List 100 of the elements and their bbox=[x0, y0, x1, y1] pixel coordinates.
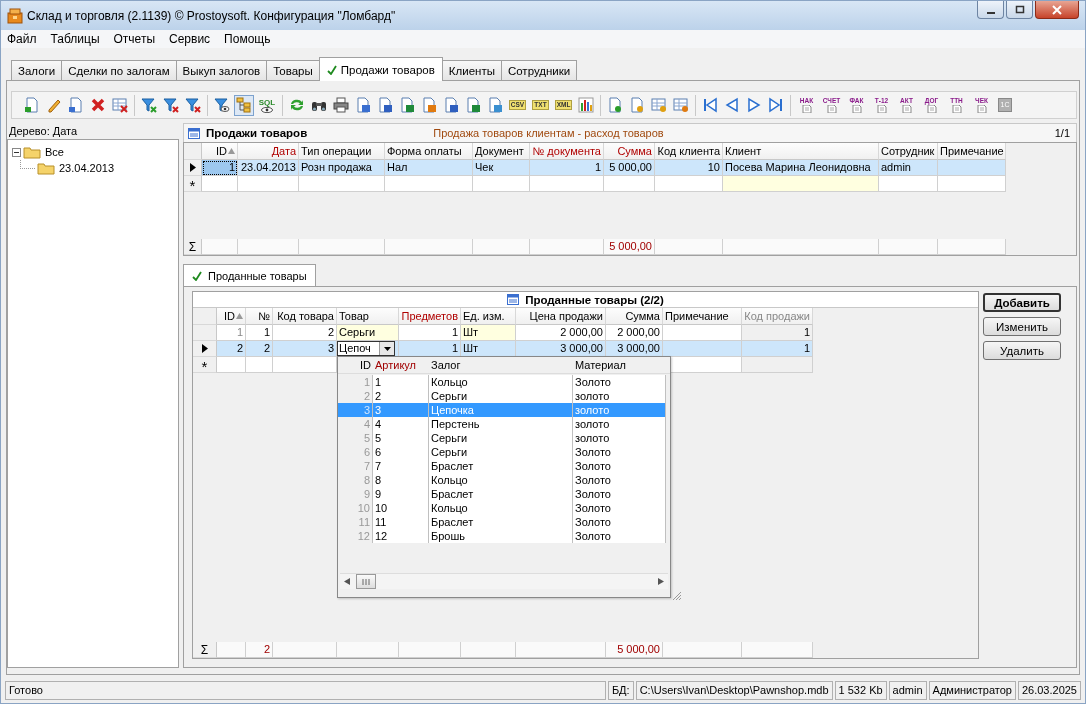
table-cell: 1 bbox=[530, 160, 604, 176]
column-header[interactable]: Код клиента bbox=[655, 143, 723, 160]
tree-item[interactable]: 23.04.2013 bbox=[57, 162, 117, 174]
table-cell: Золото bbox=[573, 515, 666, 529]
dropdown-row[interactable]: 8 8 Кольцо Золото bbox=[338, 473, 670, 487]
column-header[interactable]: Сотрудник bbox=[879, 143, 938, 160]
table-cell: 1 bbox=[399, 325, 461, 341]
user-name: admin bbox=[888, 680, 927, 700]
combo-field[interactable]: Цепоч bbox=[337, 341, 395, 356]
resize-grip-icon[interactable] bbox=[672, 591, 682, 601]
table-cell: Цепочка bbox=[429, 403, 573, 417]
column-header[interactable]: Тип операции bbox=[299, 143, 385, 160]
menu-item[interactable]: Сервис bbox=[169, 32, 211, 46]
table-cell: 2 bbox=[217, 341, 246, 357]
table-cell: 5 000,00 bbox=[604, 160, 655, 176]
tab[interactable]: Проданные товары bbox=[183, 264, 316, 287]
dropdown-row[interactable]: 7 7 Браслет Золото bbox=[338, 459, 670, 473]
maximize-button[interactable] bbox=[1006, 1, 1033, 19]
chart-icon[interactable] bbox=[576, 94, 596, 116]
totals-symbol: Σ bbox=[200, 642, 209, 657]
action-button[interactable]: Добавить bbox=[983, 293, 1061, 312]
sql-button[interactable]: SQL bbox=[256, 94, 278, 116]
column-header[interactable]: Клиент bbox=[723, 143, 879, 160]
sort-icon bbox=[236, 313, 243, 319]
dropdown-row[interactable]: 10 10 Кольцо Золото bbox=[338, 501, 670, 515]
table-cell: 7 bbox=[338, 459, 373, 473]
collapse-icon[interactable] bbox=[12, 147, 21, 157]
menu-item[interactable]: Помощь bbox=[224, 32, 271, 46]
row-header[interactable] bbox=[184, 160, 202, 176]
column-header[interactable]: № документа bbox=[530, 143, 604, 160]
menu-item[interactable]: Отчеты bbox=[113, 32, 155, 46]
action-button[interactable]: Изменить bbox=[983, 317, 1061, 336]
dropdown-row[interactable]: 9 9 Браслет Золото bbox=[338, 487, 670, 501]
tab[interactable]: Товары bbox=[266, 60, 320, 81]
column-header[interactable]: Документ bbox=[473, 143, 530, 160]
scroll-left-icon[interactable] bbox=[344, 578, 350, 585]
column-header[interactable]: Цена продажи bbox=[516, 308, 606, 325]
tree-view-button[interactable] bbox=[234, 94, 254, 116]
user-role: Администратор bbox=[928, 680, 1016, 700]
table-cell: 12 bbox=[373, 529, 429, 543]
grid-title: Проданные товары (2/2) bbox=[525, 293, 664, 306]
column-header: Артикул bbox=[374, 358, 417, 373]
column-header[interactable]: Предметов bbox=[399, 308, 461, 325]
table-cell: золото bbox=[573, 403, 666, 417]
column-header[interactable]: ID bbox=[202, 143, 238, 160]
table-cell: Браслет bbox=[429, 487, 573, 501]
dropdown-row[interactable]: 1 1 Кольцо Золото bbox=[338, 375, 670, 389]
status-message: Готово bbox=[5, 680, 606, 700]
column-header[interactable]: Примечание bbox=[663, 308, 742, 325]
minimize-button[interactable] bbox=[977, 1, 1004, 19]
column-header[interactable]: Форма оплаты bbox=[385, 143, 473, 160]
table-cell: Перстень bbox=[429, 417, 573, 431]
table-cell: 1 bbox=[338, 375, 373, 389]
scroll-thumb[interactable] bbox=[356, 574, 376, 589]
column-header[interactable]: Товар bbox=[337, 308, 399, 325]
tab[interactable]: Продажи товаров bbox=[318, 57, 443, 81]
table-cell: 9 bbox=[338, 487, 373, 501]
action-button[interactable]: Удалить bbox=[983, 341, 1061, 360]
dropdown-row[interactable]: 12 12 Брошь Золото bbox=[338, 529, 670, 543]
table-cell: 3 bbox=[273, 341, 337, 357]
database-label: БД: bbox=[607, 680, 634, 700]
table-cell: 6 bbox=[338, 445, 373, 459]
tab[interactable]: Сделки по залогам bbox=[61, 60, 177, 81]
row-header[interactable]: * bbox=[184, 176, 202, 192]
minimize-icon bbox=[986, 11, 995, 14]
table-cell: Серьги bbox=[429, 431, 573, 445]
table-cell: Кольцо bbox=[429, 375, 573, 389]
column-header[interactable]: Дата bbox=[238, 143, 299, 160]
table-cell: Золото bbox=[573, 501, 666, 515]
horizontal-scrollbar[interactable] bbox=[340, 573, 668, 589]
column-header[interactable]: Код товара bbox=[273, 308, 337, 325]
page-icon bbox=[876, 105, 887, 113]
row-header[interactable] bbox=[193, 341, 217, 357]
table-cell: 2 bbox=[373, 389, 429, 403]
dropdown-row[interactable]: 6 6 Серьги Золото bbox=[338, 445, 670, 459]
column-header[interactable]: Сумма bbox=[606, 308, 663, 325]
dropdown-row[interactable]: 2 2 Серьги золото bbox=[338, 389, 670, 403]
column-header[interactable]: № bbox=[246, 308, 273, 325]
menu-item[interactable]: Файл bbox=[7, 32, 37, 46]
table-cell: 6 bbox=[373, 445, 429, 459]
database-size: 1 532 Kb bbox=[834, 680, 887, 700]
close-button[interactable] bbox=[1035, 1, 1079, 19]
dropdown-row[interactable]: 5 5 Серьги золото bbox=[338, 431, 670, 445]
table-cell: Кольцо bbox=[429, 501, 573, 515]
row-header[interactable]: * bbox=[193, 357, 217, 373]
column-header[interactable]: ID bbox=[217, 308, 246, 325]
column-header[interactable]: Сумма bbox=[604, 143, 655, 160]
table-cell: 3 000,00 bbox=[606, 341, 663, 357]
table-cell: 3 bbox=[373, 403, 429, 417]
tree-item[interactable]: Все bbox=[43, 146, 66, 158]
dropdown-button[interactable] bbox=[379, 342, 394, 355]
scroll-right-icon[interactable] bbox=[658, 578, 664, 585]
dropdown-row[interactable]: 4 4 Перстень золото bbox=[338, 417, 670, 431]
sort-icon bbox=[228, 148, 235, 154]
printer-icon[interactable] bbox=[331, 94, 351, 116]
dropdown-row[interactable]: 11 11 Браслет Золото bbox=[338, 515, 670, 529]
menu-item[interactable]: Таблицы bbox=[50, 32, 100, 46]
column-header[interactable]: Ед. изм. bbox=[461, 308, 516, 325]
column-header[interactable]: Примечание bbox=[938, 143, 1006, 160]
status-date: 26.03.2025 bbox=[1017, 680, 1081, 700]
